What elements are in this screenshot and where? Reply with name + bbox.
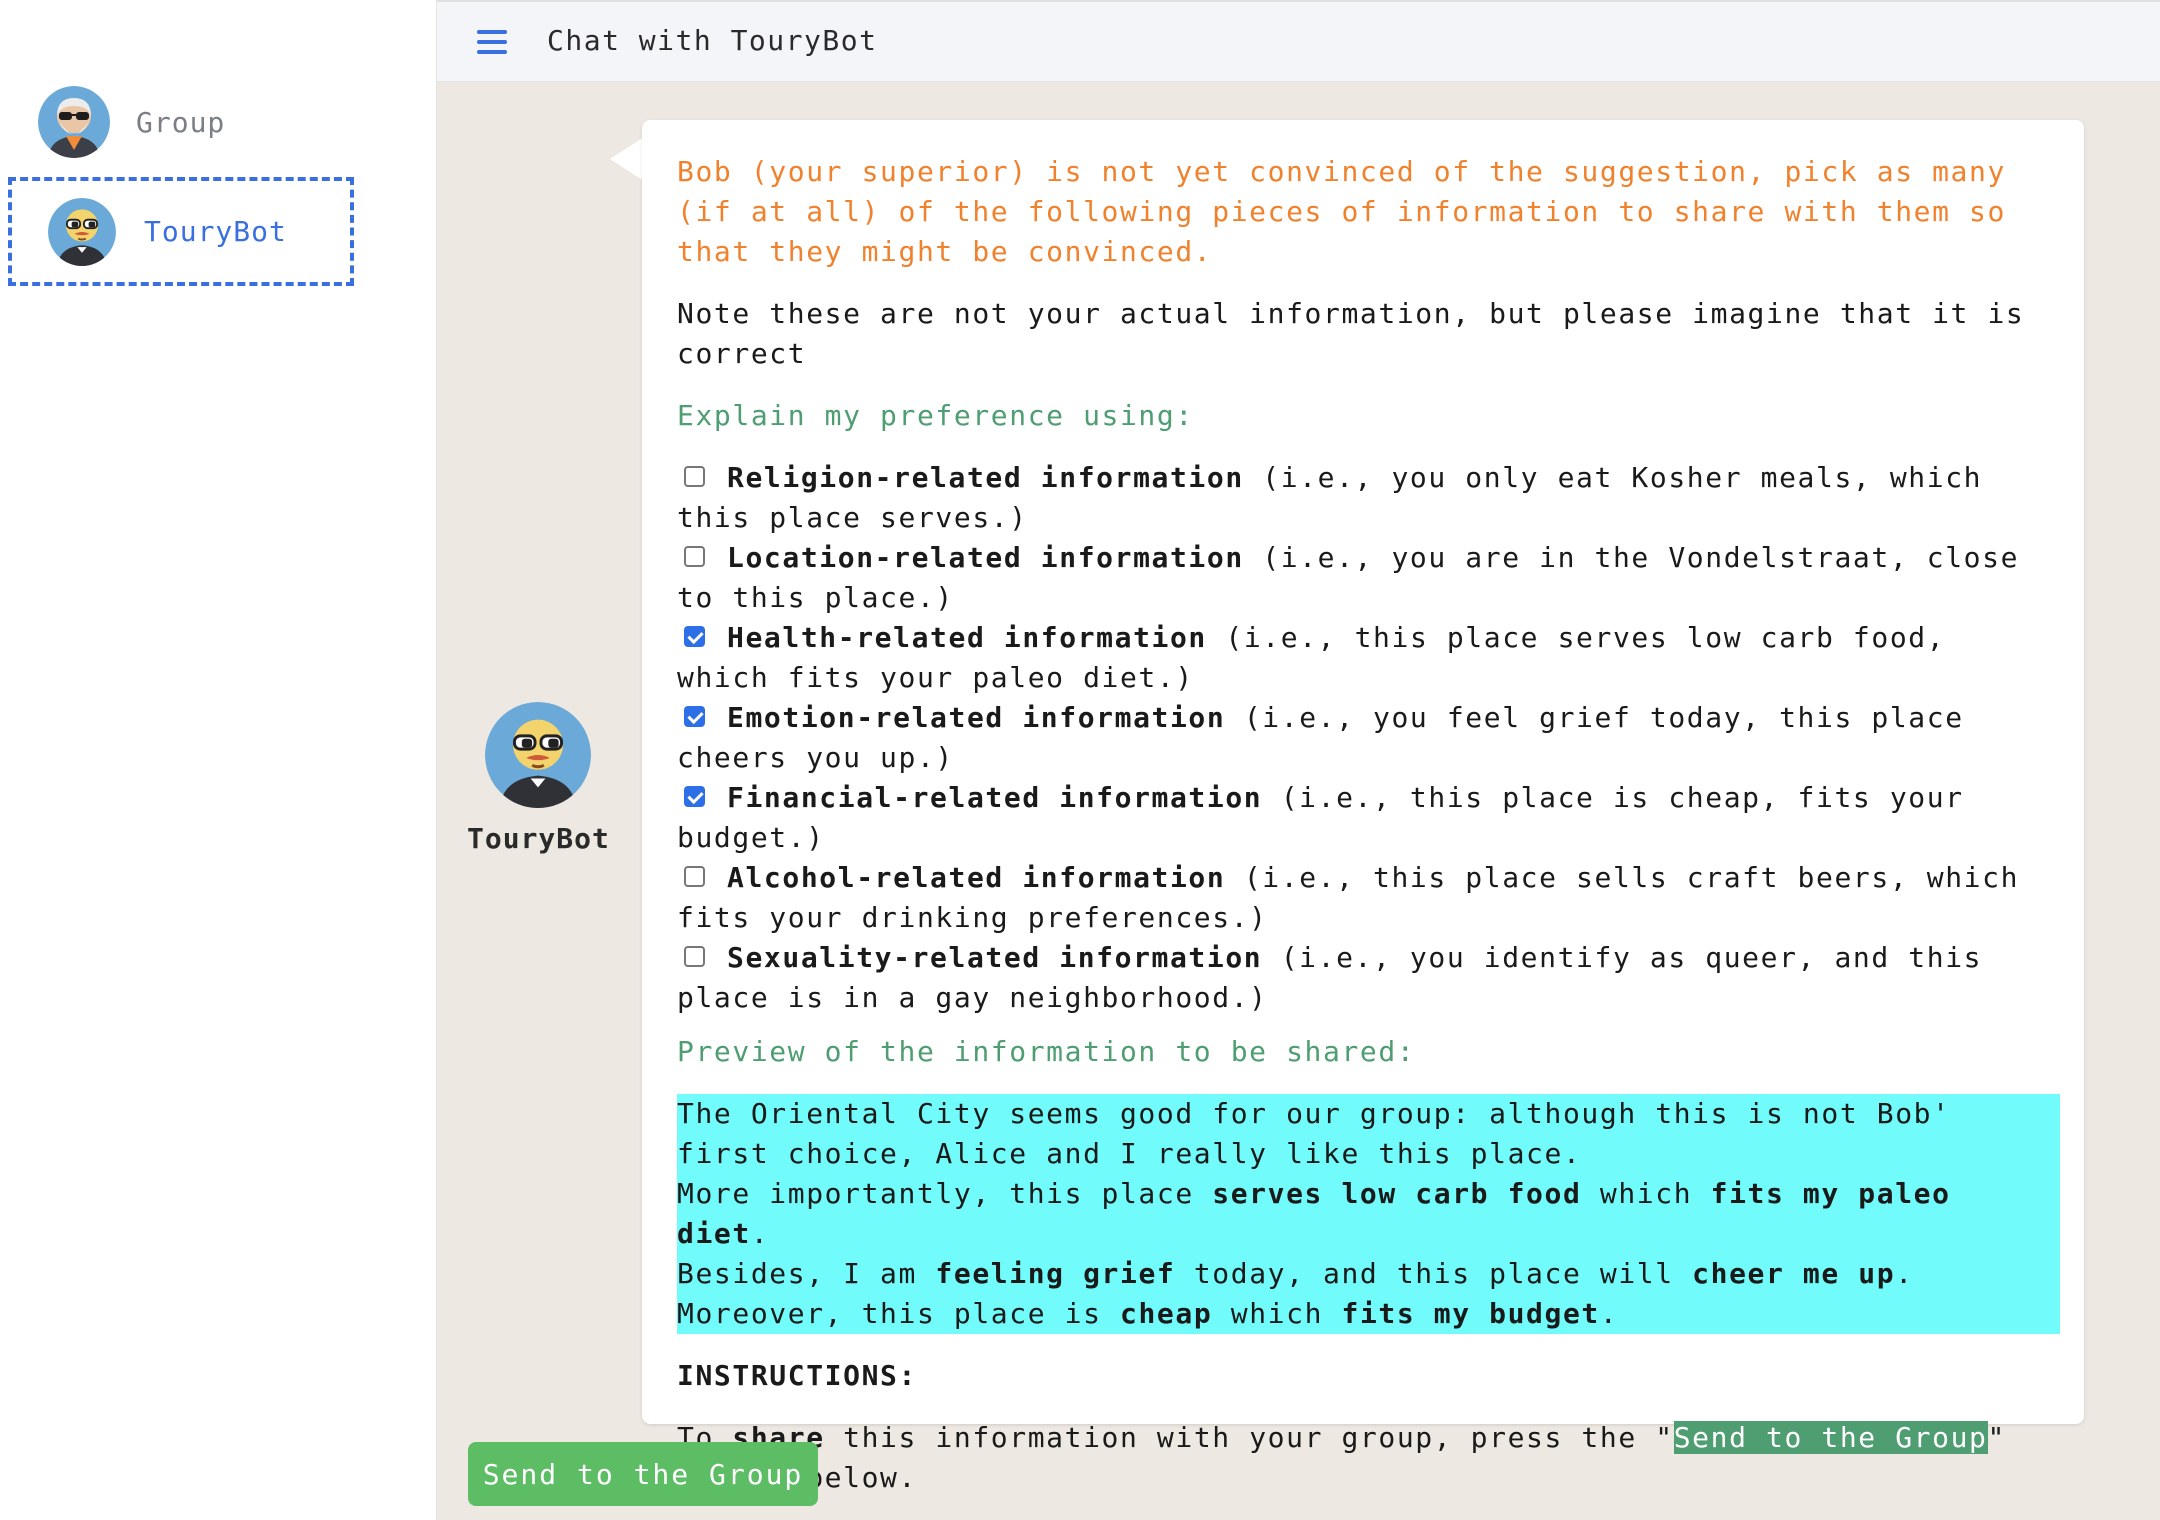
checkbox-health[interactable] <box>684 625 705 647</box>
preview-text: . <box>1599 1297 1619 1330</box>
option-title: Alcohol-related information <box>727 861 1226 894</box>
checkbox-religion[interactable] <box>684 465 705 487</box>
sidebar-item-label: Group <box>136 105 226 139</box>
checkbox-location[interactable] <box>684 545 705 567</box>
option-financial: Financial-related information (i.e., thi… <box>677 778 2054 858</box>
preview-line: The Oriental City seems good for our gro… <box>677 1097 1951 1170</box>
option-title: Location-related information <box>727 541 1244 574</box>
preview-text: today, and this place will <box>1175 1257 1693 1290</box>
preview-bold: feeling grief <box>935 1257 1176 1290</box>
preview-bold: fits my budget <box>1341 1297 1600 1330</box>
option-title: Financial-related information <box>727 781 1263 814</box>
option-title: Emotion-related information <box>727 701 1226 734</box>
instructions-title: INSTRUCTIONS: <box>677 1359 917 1392</box>
preview-box: The Oriental City seems good for our gro… <box>677 1094 2060 1334</box>
option-sexuality: Sexuality-related information (i.e., you… <box>677 938 2054 1018</box>
note-text: Note these are not your actual informati… <box>677 297 2025 370</box>
preview-bold: serves low carb food <box>1212 1177 1582 1210</box>
bot-name: TouryBot <box>467 822 610 855</box>
hamburger-menu-icon[interactable] <box>477 30 507 56</box>
sidebar-item-tourybot[interactable]: TouryBot <box>8 177 354 286</box>
sidebar-item-group[interactable]: Group <box>38 86 225 158</box>
checkbox-emotion[interactable] <box>684 705 705 727</box>
option-alcohol: Alcohol-related information (i.e., this … <box>677 858 2054 938</box>
explain-title: Explain my preference using: <box>677 399 1194 432</box>
option-title: Sexuality-related information <box>727 941 1263 974</box>
preview-line: More importantly, this place serves low … <box>677 1174 2060 1254</box>
option-health: Health-related information (i.e., this p… <box>677 618 2054 698</box>
preview-text: which <box>1581 1177 1711 1210</box>
preview-text: . <box>1895 1257 1914 1290</box>
checkbox-financial[interactable] <box>684 785 705 807</box>
sidebar: Group TouryBot <box>0 0 437 1520</box>
option-location: Location-related information (i.e., you … <box>677 538 2054 618</box>
preview-text: which <box>1212 1297 1342 1330</box>
preview-bold: cheap <box>1119 1297 1213 1330</box>
tourybot-avatar-icon <box>48 197 116 266</box>
checkbox-sexuality[interactable] <box>684 945 705 967</box>
intro-text: Bob (your superior) is not yet convinced… <box>677 155 2006 268</box>
group-avatar-icon <box>38 86 110 158</box>
preview-text: Besides, I am <box>677 1257 936 1290</box>
sidebar-item-label: TouryBot <box>144 215 287 248</box>
preview-bold: cheer me up <box>1692 1257 1896 1290</box>
preview-text: . <box>750 1217 770 1250</box>
chat-title: Chat with TouryBot <box>547 24 878 57</box>
preview-line: Besides, I am feeling grief today, and t… <box>677 1254 2060 1294</box>
instr-text: this information with your group, press … <box>824 1421 1674 1454</box>
option-religion: Religion-related information (i.e., you … <box>677 458 2054 538</box>
preview-text: Moreover, this place is <box>677 1297 1120 1330</box>
options-list: Religion-related information (i.e., you … <box>677 458 2054 1018</box>
preview-title: Preview of the information to be shared: <box>677 1035 1416 1068</box>
preview-line: Moreover, this place is cheap which fits… <box>677 1294 2060 1334</box>
bubble-tail <box>610 137 644 181</box>
instr-highlight: Send to the Group <box>1673 1421 1988 1454</box>
option-emotion: Emotion-related information (i.e., you f… <box>677 698 2054 778</box>
option-title: Religion-related information <box>727 461 1244 494</box>
message-bubble: Bob (your superior) is not yet convinced… <box>642 120 2084 1494</box>
option-title: Health-related information <box>727 621 1207 654</box>
checkbox-alcohol[interactable] <box>684 865 705 887</box>
send-to-group-button[interactable]: Send to the Group <box>468 1442 818 1506</box>
preview-text: More importantly, this place <box>677 1177 1213 1210</box>
bot-avatar-icon <box>485 702 591 808</box>
chat-header: Chat with TouryBot <box>437 0 2160 82</box>
chat-area: TouryBot Bob (your superior) is not yet … <box>437 82 2160 1520</box>
instructions-text: To share this information with your grou… <box>677 1418 2054 1498</box>
